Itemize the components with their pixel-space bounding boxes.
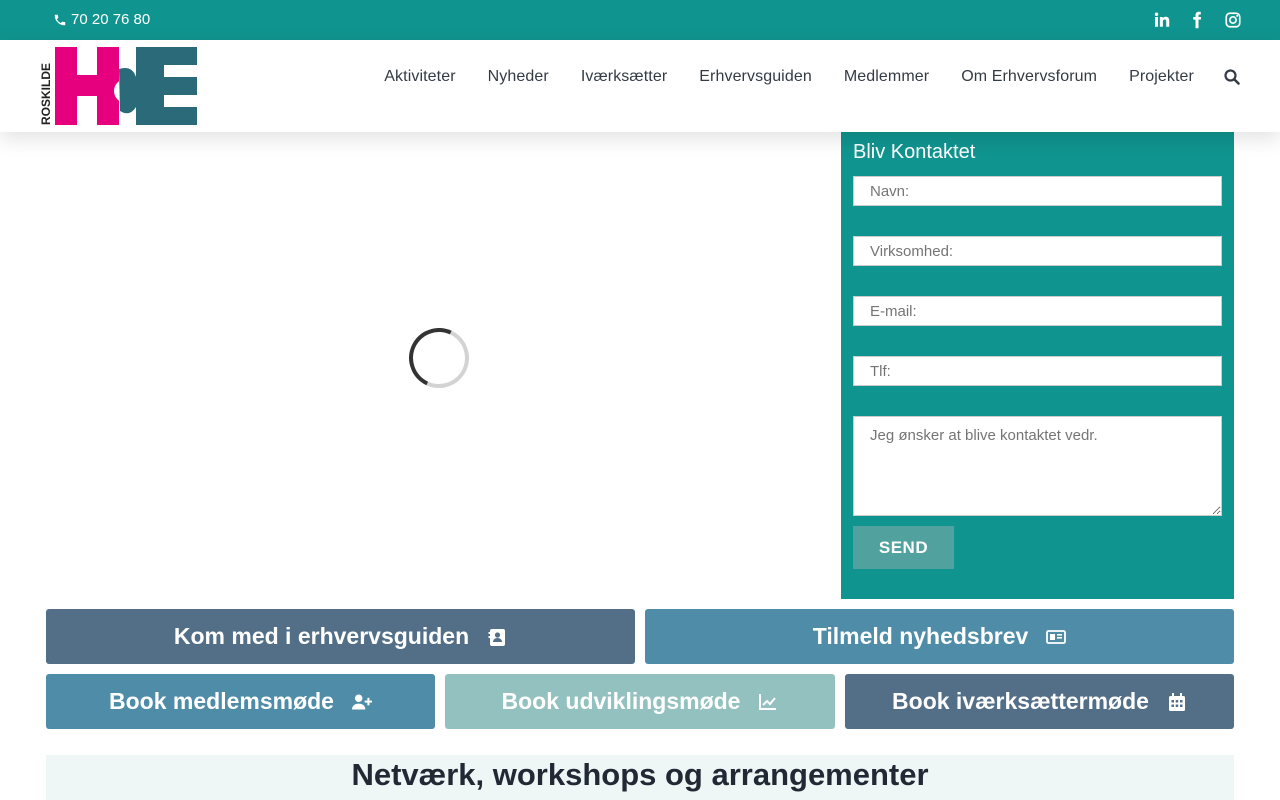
nav-item-projekter[interactable]: Projekter — [1129, 68, 1194, 86]
nav-item-erhvervsguiden[interactable]: Erhvervsguiden — [699, 68, 812, 86]
book-member-meeting-label: Book medlemsmøde — [109, 688, 334, 714]
top-bar: 70 20 76 80 — [0, 0, 1280, 40]
section-title: Netværk, workshops og arrangementer — [351, 757, 929, 792]
calendar-icon — [1168, 692, 1185, 711]
nav-item-nyheder[interactable]: Nyheder — [488, 68, 549, 86]
main-nav: Aktiviteter Nyheder Iværksætter Erhvervs… — [384, 68, 1194, 86]
events-section: Netværk, workshops og arrangementer — [46, 755, 1234, 800]
nav-item-om-erhvervsforum[interactable]: Om Erhvervsforum — [961, 68, 1097, 86]
phone-link[interactable]: 70 20 76 80 — [53, 11, 150, 28]
instagram-icon[interactable] — [1224, 11, 1242, 29]
newsletter-label: Tilmeld nyhedsbrev — [812, 623, 1029, 649]
facebook-icon[interactable] — [1188, 11, 1206, 29]
newspaper-icon — [1046, 629, 1067, 644]
phone-number: 70 20 76 80 — [71, 11, 151, 28]
book-development-meeting-label: Book udviklingsmøde — [501, 688, 741, 714]
site-logo[interactable]: ROSKILDE — [39, 47, 198, 125]
name-field[interactable] — [853, 176, 1222, 206]
newsletter-button[interactable]: Tilmeld nyhedsbrev — [645, 609, 1234, 664]
book-entrepreneur-meeting-label: Book iværksættermøde — [892, 688, 1149, 714]
social-links — [1152, 11, 1242, 29]
company-field[interactable] — [853, 236, 1222, 266]
email-field[interactable] — [853, 296, 1222, 326]
site-header: ROSKILDE Aktiviteter Nyheder Iværksætter… — [0, 40, 1280, 132]
linkedin-icon[interactable] — [1152, 11, 1170, 29]
send-button[interactable]: SEND — [853, 526, 954, 569]
contact-form-title: Bliv Kontaktet — [853, 141, 976, 163]
phone-icon — [54, 14, 66, 25]
loading-spinner — [400, 319, 478, 397]
book-member-meeting-button[interactable]: Book medlemsmøde — [46, 674, 435, 729]
book-development-meeting-button[interactable]: Book udviklingsmøde — [445, 674, 835, 729]
message-field[interactable] — [853, 416, 1222, 516]
phone-field[interactable] — [853, 356, 1222, 386]
contact-card-icon — [488, 628, 506, 646]
search-icon[interactable] — [1224, 69, 1240, 85]
svg-text:ROSKILDE: ROSKILDE — [40, 63, 53, 125]
content-area — [46, 132, 832, 598]
nav-item-aktiviteter[interactable]: Aktiviteter — [384, 68, 455, 86]
contact-form: Bliv Kontaktet SEND — [841, 132, 1234, 599]
nav-item-ivaerksaetter[interactable]: Iværksætter — [581, 68, 667, 86]
line-chart-icon — [759, 693, 777, 710]
join-guide-button[interactable]: Kom med i erhvervsguiden — [46, 609, 635, 664]
join-guide-label: Kom med i erhvervsguiden — [173, 623, 470, 649]
nav-item-medlemmer[interactable]: Medlemmer — [844, 68, 929, 86]
book-entrepreneur-meeting-button[interactable]: Book iværksættermøde — [845, 674, 1234, 729]
user-plus-icon — [351, 694, 372, 709]
